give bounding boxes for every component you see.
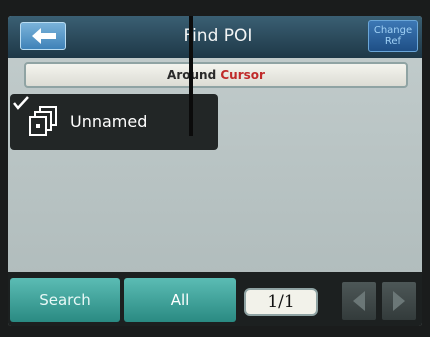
right-arrow-icon bbox=[393, 291, 405, 311]
header-bar: Find POI Change Ref bbox=[8, 16, 422, 58]
next-page-button[interactable] bbox=[382, 282, 416, 320]
change-ref-label-line1: Change bbox=[373, 25, 413, 36]
pages-icon bbox=[29, 106, 57, 136]
map-cursor-line bbox=[189, 16, 193, 136]
reference-highlight: Cursor bbox=[220, 68, 265, 82]
change-ref-label-line2: Ref bbox=[384, 36, 402, 47]
device-frame: Find POI Change Ref Around Cursor Unname… bbox=[0, 0, 430, 337]
poi-list-item[interactable]: Unnamed bbox=[10, 94, 218, 150]
page-title: Find POI bbox=[183, 26, 253, 46]
search-button[interactable]: Search bbox=[10, 278, 120, 322]
back-arrow-icon bbox=[32, 28, 56, 44]
poi-item-label: Unnamed bbox=[70, 112, 148, 131]
checkmark-icon bbox=[13, 96, 29, 110]
change-ref-button[interactable]: Change Ref bbox=[368, 20, 418, 52]
footer-bar: Search All 1/1 bbox=[8, 272, 422, 326]
reference-bar: Around Cursor bbox=[24, 62, 408, 88]
left-arrow-icon bbox=[353, 291, 365, 311]
back-button[interactable] bbox=[20, 22, 66, 50]
all-button[interactable]: All bbox=[124, 278, 236, 322]
page-indicator: 1/1 bbox=[244, 288, 318, 316]
prev-page-button[interactable] bbox=[342, 282, 376, 320]
find-poi-screen: Find POI Change Ref Around Cursor Unname… bbox=[8, 16, 422, 326]
